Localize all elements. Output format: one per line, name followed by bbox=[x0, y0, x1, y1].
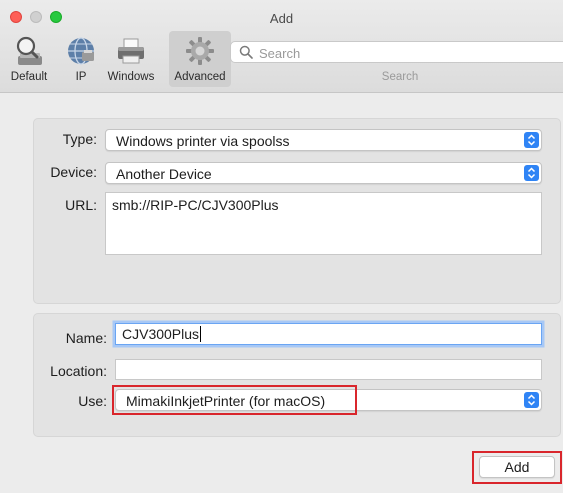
location-field[interactable] bbox=[115, 359, 542, 380]
name-label: Name: bbox=[65, 330, 107, 346]
toolbar-windows-label: Windows bbox=[107, 71, 155, 83]
toolbar-windows-button[interactable]: Windows bbox=[101, 31, 161, 87]
use-highlight-box bbox=[112, 385, 357, 415]
url-field[interactable]: smb://RIP-PC/CJV300Plus bbox=[105, 192, 542, 255]
device-label: Device: bbox=[50, 164, 97, 180]
updown-arrows-icon bbox=[524, 132, 539, 148]
search-input[interactable] bbox=[257, 43, 561, 63]
type-label: Type: bbox=[62, 131, 97, 147]
toolbar-default-button[interactable]: Default bbox=[0, 31, 58, 87]
device-popup[interactable]: Another Device bbox=[105, 162, 542, 184]
printer-icon bbox=[118, 38, 144, 64]
location-label: Location: bbox=[50, 363, 107, 379]
window-title: Add bbox=[269, 11, 294, 26]
add-highlight-box bbox=[472, 451, 562, 484]
toolbar-advanced-button[interactable]: Advanced bbox=[169, 31, 231, 87]
toolbar-default-label: Default bbox=[10, 71, 48, 83]
toolbar-ip-button[interactable]: IP bbox=[62, 31, 100, 87]
type-value: Windows printer via spoolss bbox=[116, 133, 290, 149]
globe-icon bbox=[68, 37, 94, 65]
updown-arrows-icon bbox=[524, 165, 539, 181]
name-value: CJV300Plus bbox=[122, 326, 200, 342]
gear-icon bbox=[186, 37, 214, 65]
default-printers-icon bbox=[16, 36, 42, 65]
search-field[interactable] bbox=[230, 41, 563, 63]
window-toolbar: Add Default IP Windows Advanced Search S… bbox=[0, 0, 563, 93]
type-popup[interactable]: Windows printer via spoolss bbox=[105, 129, 542, 151]
use-label: Use: bbox=[78, 393, 107, 409]
text-cursor bbox=[200, 326, 202, 342]
device-value: Another Device bbox=[116, 166, 212, 182]
toolbar-advanced-label: Advanced bbox=[174, 71, 226, 83]
search-caption: Search bbox=[381, 71, 419, 83]
url-value: smb://RIP-PC/CJV300Plus bbox=[112, 197, 279, 213]
toolbar-ip-label: IP bbox=[75, 71, 87, 83]
search-icon bbox=[239, 45, 253, 59]
name-field[interactable]: CJV300Plus bbox=[115, 323, 542, 345]
url-label: URL: bbox=[65, 197, 97, 213]
updown-arrows-icon bbox=[524, 392, 539, 408]
